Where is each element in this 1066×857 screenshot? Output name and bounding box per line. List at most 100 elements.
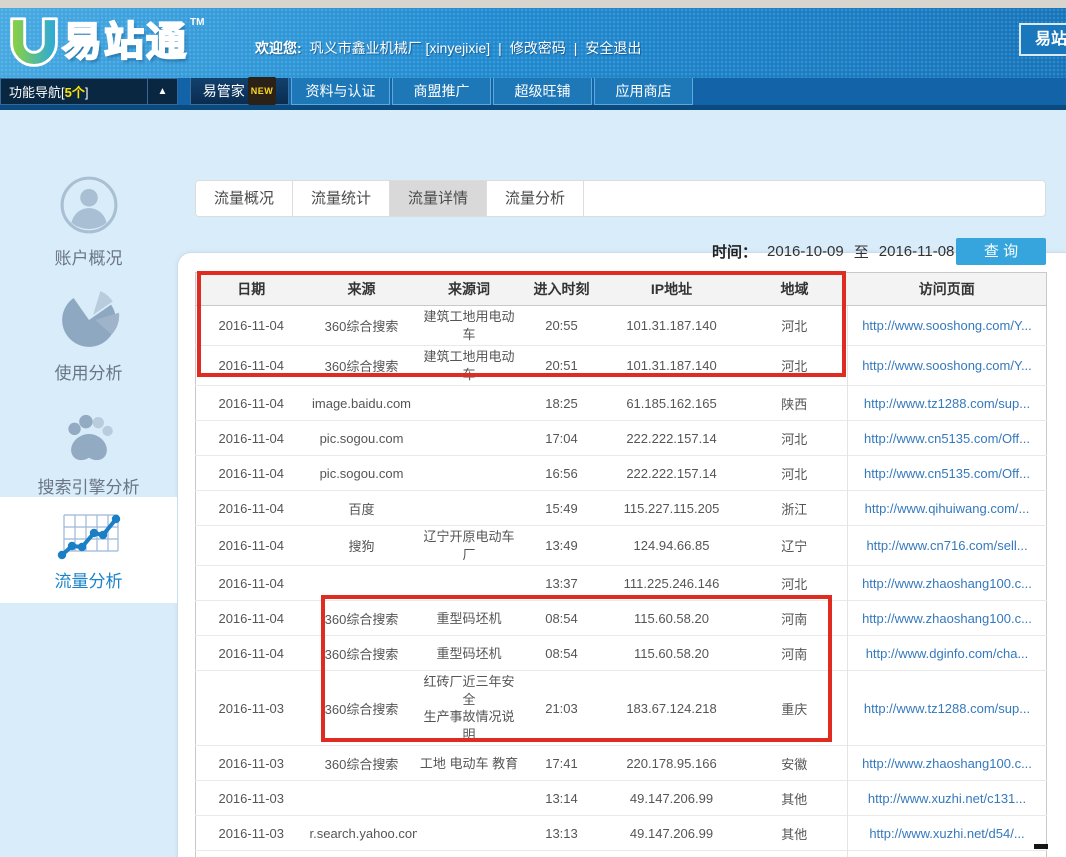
visit-link[interactable]: http://www.xuzhi.net/d54/... — [869, 826, 1024, 841]
table-row: 2016-11-04搜狗辽宁开原电动车厂13:49124.94.66.85辽宁h… — [196, 526, 1047, 566]
cell-ip: 222.222.157.14 — [602, 421, 742, 456]
nav-tab-yiguanjia[interactable]: 易管家 NEW — [190, 78, 289, 105]
cell-keyword: 红砖厂近三年安全 生产事故情况说明 — [417, 671, 522, 746]
cell-time: 16:56 — [522, 456, 602, 491]
cell-date: 2016-11-04 — [196, 386, 307, 421]
table-row: 2016-11-03360综合搜索红砖厂近三年安全 生产事故情况说明21:031… — [196, 671, 1047, 746]
nav-tabs: 易管家 NEW 资料与认证 商盟推广 超级旺铺 应用商店 — [190, 78, 695, 105]
sidebar-item-label: 搜索引擎分析 — [0, 473, 177, 498]
nav-tab-shangmeng[interactable]: 商盟推广 — [392, 78, 491, 105]
sidebar-item-label: 流量分析 — [0, 567, 177, 592]
visit-link[interactable]: http://www.tz1288.com/sup... — [864, 701, 1030, 716]
sidebar-item-usage[interactable]: 使用分析 — [0, 289, 177, 384]
account-name: 巩义市鑫业机械厂 [xinyejixie] — [310, 38, 490, 58]
cell-region: 其他 — [742, 816, 848, 851]
cell-ip: 222.222.157.14 — [602, 456, 742, 491]
cell-source: 360综合搜索 — [307, 746, 417, 781]
visit-link[interactable]: http://www.sooshong.com/Y... — [862, 318, 1032, 333]
cell-region: 河南 — [742, 636, 848, 671]
table-row: 2016-11-04百度15:49115.227.115.205浙江http:/… — [196, 491, 1047, 526]
nav-tab-chaoji[interactable]: 超级旺铺 — [493, 78, 592, 105]
tab-traffic-detail[interactable]: 流量详情 — [390, 181, 487, 216]
cell-ip: 111.225.246.146 — [602, 566, 742, 601]
nav-tab-yingyong[interactable]: 应用商店 — [594, 78, 693, 105]
cell-ip: 101.31.187.140 — [602, 306, 742, 346]
app-window: 易站通 TM 欢迎您: 巩义市鑫业机械厂 [xinyejixie] | 修改密码… — [0, 0, 1066, 857]
cell-time: 13:13 — [522, 816, 602, 851]
cell-url: http://www.zhaoshang100.c... — [848, 566, 1047, 601]
col-keyword: 来源词 — [417, 273, 522, 306]
tab-traffic-analysis[interactable]: 流量分析 — [487, 181, 584, 216]
visit-link[interactable]: http://www.sooshong.com/Y... — [862, 358, 1032, 373]
cell-url: http://www.xuzhi.net/c131... — [848, 781, 1047, 816]
col-source: 来源 — [307, 273, 417, 306]
safe-logout-link[interactable]: 安全退出 — [585, 38, 641, 58]
query-button[interactable]: 查 询 — [956, 238, 1046, 265]
visit-link[interactable]: http://www.dginfo.com/cha... — [866, 646, 1029, 661]
cell-region: 安徽 — [742, 746, 848, 781]
traffic-table-wrap: 日期 来源 来源词 进入时刻 IP地址 地域 访问页面 2016-11-0436… — [195, 272, 1046, 857]
table-row: 2016-11-04360综合搜索建筑工地用电动车20:51101.31.187… — [196, 346, 1047, 386]
cell-source: r.search.yahoo.com — [307, 816, 417, 851]
collapse-arrow-box[interactable]: ▲ — [147, 79, 177, 104]
cell-region: 河北 — [742, 456, 848, 491]
function-nav-dropdown[interactable]: 功能导航[5个] ▲ — [0, 78, 178, 105]
chevron-up-icon: ▲ — [158, 87, 168, 97]
sidebar-item-label: 账户概况 — [0, 244, 177, 269]
table-row: 2016-11-04360综合搜索重型码坯机08:54115.60.58.20河… — [196, 601, 1047, 636]
cell-time: 15:49 — [522, 491, 602, 526]
cell-keyword: 建筑工地用电动车 — [417, 306, 522, 346]
sidebar-item-label: 使用分析 — [0, 359, 177, 384]
cell-date: 2016-11-03 — [196, 671, 307, 746]
cell-source: 搜狗 — [307, 526, 417, 566]
visit-link[interactable]: http://www.zhaoshang100.c... — [862, 756, 1032, 771]
cell-ip: 49.147.206.99 — [602, 816, 742, 851]
header-right-button[interactable]: 易站通 — [1019, 23, 1066, 56]
tab-traffic-overview[interactable]: 流量概况 — [196, 181, 293, 216]
cell-url: http://www.cn5135.com/Off... — [848, 456, 1047, 491]
cell-keyword — [417, 386, 522, 421]
nav-tab-ziliao[interactable]: 资料与认证 — [291, 78, 390, 105]
col-region: 地域 — [742, 273, 848, 306]
cell-source — [307, 781, 417, 816]
cell-keyword: 辽宁开原电动车厂 — [417, 526, 522, 566]
cell-date: 2016-11-04 — [196, 491, 307, 526]
line-chart-icon — [0, 511, 177, 563]
tab-traffic-stats[interactable]: 流量统计 — [293, 181, 390, 216]
cell-time: 17:04 — [522, 421, 602, 456]
visit-link[interactable]: http://www.zhaoshang100.c... — [862, 576, 1032, 591]
cell-url: http://www.xuzhi.net/d54/... — [848, 816, 1047, 851]
app-logo: 易站通 TM — [6, 14, 204, 72]
cell-region: 河南 — [742, 851, 848, 857]
cell-region: 河北 — [742, 566, 848, 601]
cell-keyword — [417, 421, 522, 456]
cell-keyword — [417, 816, 522, 851]
logo-text: 易站通 — [62, 14, 188, 70]
visit-link[interactable]: http://www.cn5135.com/Off... — [864, 431, 1030, 446]
sidebar-item-traffic[interactable]: 流量分析 — [0, 497, 177, 603]
cell-ip: 115.60.58.20 — [602, 636, 742, 671]
visit-link[interactable]: http://www.tz1288.com/sup... — [864, 396, 1030, 411]
sidebar-item-search-engine[interactable]: 搜索引擎分析 — [0, 403, 177, 498]
visit-link[interactable]: http://www.cn716.com/sell... — [866, 538, 1027, 553]
date-from-value[interactable]: 2016-10-09 — [767, 243, 844, 260]
cell-keyword — [417, 781, 522, 816]
separator: | — [498, 40, 502, 56]
cell-time: 13:14 — [522, 781, 602, 816]
date-to-value[interactable]: 2016-11-08 — [879, 243, 955, 260]
change-password-link[interactable]: 修改密码 — [510, 38, 566, 58]
visit-link[interactable]: http://www.qihuiwang.com/... — [865, 501, 1030, 516]
cell-date: 2016-11-03 — [196, 781, 307, 816]
cell-date: 2016-11-04 — [196, 636, 307, 671]
visit-link[interactable]: http://www.xuzhi.net/c131... — [868, 791, 1026, 806]
cell-ip: 49.147.206.99 — [602, 781, 742, 816]
cell-keyword — [417, 456, 522, 491]
visit-link[interactable]: http://www.cn5135.com/Off... — [864, 466, 1030, 481]
sidebar-item-account[interactable]: 账户概况 — [0, 174, 177, 269]
table-row: 2016-11-04pic.sogou.com16:56222.222.157.… — [196, 456, 1047, 491]
cell-region: 河北 — [742, 306, 848, 346]
cell-time: 13:37 — [522, 566, 602, 601]
cell-url: http://www.sooshong.com/Y... — [848, 306, 1047, 346]
visit-link[interactable]: http://www.zhaoshang100.c... — [862, 611, 1032, 626]
col-visit-page: 访问页面 — [848, 273, 1047, 306]
